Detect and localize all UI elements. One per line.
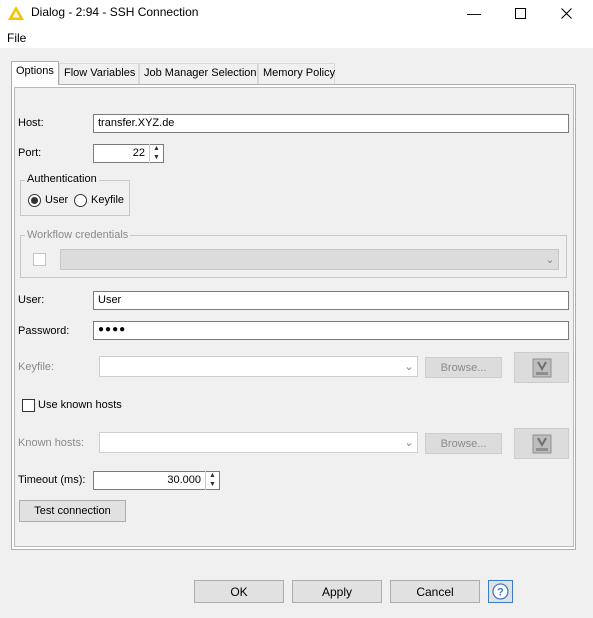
test-connection-button[interactable]: Test connection: [19, 500, 126, 522]
tab-options[interactable]: Options: [11, 61, 59, 85]
password-label: Password:: [18, 325, 70, 337]
help-icon: ?: [492, 583, 509, 600]
chevron-down-icon: ⌄: [404, 361, 414, 373]
tab-options-label: Options: [16, 65, 54, 77]
known-hosts-label: Known hosts:: [18, 437, 85, 449]
ok-button[interactable]: OK: [194, 580, 284, 603]
password-input[interactable]: ●●●●: [93, 321, 569, 340]
host-input[interactable]: transfer.XYZ.de: [93, 114, 569, 133]
menu-file[interactable]: File: [7, 31, 26, 45]
spinner-up-icon[interactable]: ▲: [150, 144, 163, 153]
timeout-label: Timeout (ms):: [18, 474, 86, 486]
spinner-down-icon[interactable]: ▼: [150, 153, 163, 162]
port-spinner-arrows[interactable]: ▲ ▼: [149, 144, 163, 163]
workflow-credentials-select[interactable]: ⌄: [60, 249, 559, 270]
spinner-up-icon[interactable]: ▲: [206, 471, 219, 480]
apply-button[interactable]: Apply: [292, 580, 382, 603]
tab-job-manager-label: Job Manager Selection: [144, 67, 257, 79]
keyfile-browse-label: Browse...: [440, 361, 487, 374]
title-bar: Dialog - 2:94 - SSH Connection —: [0, 0, 593, 26]
cancel-button[interactable]: Cancel: [390, 580, 480, 603]
chevron-down-icon: ⌄: [545, 254, 555, 266]
tab-memory-policy-label: Memory Policy: [263, 67, 336, 79]
spinner-down-icon[interactable]: ▼: [206, 480, 219, 489]
menu-bar: File: [0, 28, 593, 48]
test-connection-label: Test connection: [34, 505, 111, 517]
use-known-hosts-label: Use known hosts: [38, 399, 122, 411]
user-label: User:: [18, 294, 45, 306]
flow-variable-icon: [532, 434, 551, 453]
port-label: Port:: [18, 147, 42, 159]
help-glyph: ?: [497, 587, 504, 599]
user-input[interactable]: User: [93, 291, 569, 310]
maximize-icon: [514, 7, 526, 19]
use-known-hosts-checkbox[interactable]: [22, 399, 35, 412]
tab-job-manager-selection[interactable]: Job Manager Selection: [139, 63, 258, 84]
timeout-spinner[interactable]: 30.000: [93, 471, 220, 490]
apply-label: Apply: [321, 584, 353, 599]
ok-label: OK: [230, 584, 248, 599]
minimize-icon: —: [467, 5, 481, 21]
auth-user-radio[interactable]: [28, 194, 41, 207]
tab-memory-policy[interactable]: Memory Policy: [258, 63, 335, 84]
known-hosts-flow-variable-button[interactable]: [514, 428, 569, 459]
window-title: Dialog - 2:94 - SSH Connection: [31, 5, 199, 19]
auth-keyfile-radio[interactable]: [74, 194, 87, 207]
app-triangle-icon: [8, 6, 24, 20]
tab-flow-variables-label: Flow Variables: [64, 67, 136, 79]
workflow-credentials-checkbox[interactable]: [33, 253, 46, 266]
minimize-button[interactable]: —: [451, 0, 497, 26]
cancel-label: Cancel: [416, 584, 454, 599]
flow-variable-icon: [532, 358, 551, 377]
host-label: Host:: [18, 117, 44, 129]
keyfile-flow-variable-button[interactable]: [514, 352, 569, 383]
timeout-spinner-arrows[interactable]: ▲ ▼: [205, 471, 219, 490]
keyfile-label: Keyfile:: [18, 361, 55, 373]
workflow-credentials-title: Workflow credentials: [25, 229, 131, 241]
close-button[interactable]: [543, 0, 589, 26]
help-button[interactable]: ?: [488, 580, 513, 603]
keyfile-browse-button[interactable]: Browse...: [425, 357, 502, 378]
keyfile-select[interactable]: ⌄: [99, 356, 418, 377]
known-hosts-browse-label: Browse...: [440, 437, 487, 450]
auth-keyfile-label: Keyfile: [91, 194, 125, 206]
auth-user-label: User: [45, 194, 69, 206]
known-hosts-browse-button[interactable]: Browse...: [425, 433, 502, 454]
close-icon: [560, 7, 572, 19]
timeout-value: 30.000: [167, 474, 201, 486]
maximize-button[interactable]: [497, 0, 543, 26]
tab-flow-variables[interactable]: Flow Variables: [59, 63, 139, 84]
known-hosts-select[interactable]: ⌄: [99, 432, 418, 453]
authentication-title: Authentication: [25, 173, 99, 185]
port-value: 22: [132, 147, 145, 159]
chevron-down-icon: ⌄: [404, 437, 414, 449]
